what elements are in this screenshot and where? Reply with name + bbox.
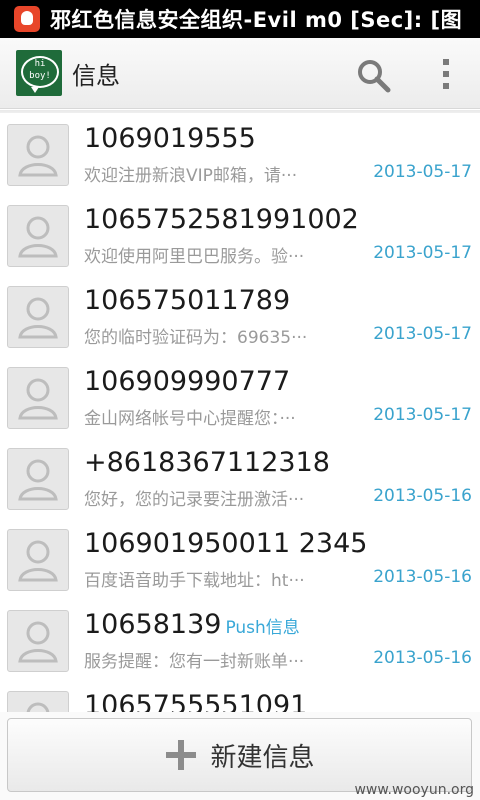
logo-text-line1: hi — [34, 59, 46, 69]
message-row[interactable]: 1069019555 欢迎注册新浪VIP邮箱，请··· 2013-05-17 — [0, 113, 480, 195]
person-placeholder-icon — [18, 297, 58, 339]
contact-avatar[interactable] — [7, 124, 69, 186]
page-title: 信息 — [72, 61, 120, 90]
logo-text-line2: boy! — [29, 71, 51, 81]
new-message-button[interactable]: 新建信息 — [7, 718, 472, 792]
contact-avatar[interactable] — [7, 448, 69, 510]
message-preview: 您的临时验证码为：69635··· — [84, 328, 308, 348]
person-placeholder-icon — [18, 621, 58, 663]
sender-number-text: 106575011789 — [84, 285, 291, 316]
person-placeholder-icon — [18, 459, 58, 501]
sender-number-text: 1065755551091 — [84, 690, 308, 712]
new-message-label: 新建信息 — [210, 742, 315, 773]
plus-icon — [166, 740, 197, 770]
sender-number: 106575011789 — [84, 285, 294, 316]
message-date: 2013-05-16 — [373, 567, 472, 587]
speech-bubble-icon: hi boy! — [21, 56, 59, 93]
search-button[interactable] — [356, 58, 392, 94]
message-preview: 欢迎注册新浪VIP邮箱，请··· — [84, 166, 298, 186]
person-placeholder-icon — [18, 135, 58, 177]
sender-number: 1065752581991002 — [84, 204, 363, 235]
message-row[interactable]: 106575011789 您的临时验证码为：69635··· 2013-05-17 — [0, 275, 480, 357]
sender-number: +8618367112318 — [84, 447, 334, 478]
search-icon — [358, 60, 391, 93]
sender-number-text: 106909990777 — [84, 366, 291, 397]
message-row[interactable]: +8618367112318 您好，您的记录要注册激活··· 2013-05-16 — [0, 437, 480, 519]
message-date: 2013-05-17 — [373, 324, 472, 344]
message-row[interactable]: 1065755551091 — [0, 680, 480, 712]
message-date: 2013-05-17 — [373, 405, 472, 425]
message-preview: 您好，您的记录要注册激活··· — [84, 490, 305, 510]
message-date: 2013-05-16 — [373, 648, 472, 668]
contact-avatar[interactable] — [7, 367, 69, 429]
message-row[interactable]: 106901950011 2345 百度语音助手下载地址：ht··· 2013-05… — [0, 518, 480, 600]
message-date: 2013-05-17 — [373, 162, 472, 182]
message-preview: 欢迎使用阿里巴巴服务。验··· — [84, 247, 305, 267]
person-placeholder-icon — [18, 540, 58, 582]
contact-avatar[interactable] — [7, 691, 69, 712]
contact-avatar[interactable] — [7, 286, 69, 348]
overflow-menu-button[interactable] — [432, 54, 460, 94]
message-row[interactable]: 106909990777 金山网络帐号中心提醒您：··· 2013-05-17 — [0, 356, 480, 438]
watermark: www.wooyun.org — [354, 782, 474, 798]
push-badge: Push信息 — [225, 618, 300, 638]
sender-number: 1065755551091 — [84, 690, 311, 712]
status-notification-text: 邪红色信息安全组织-Evil m0 [Sec]: [图 — [50, 8, 463, 32]
message-preview: 服务提醒：您有一封新账单··· — [84, 652, 305, 672]
sender-number-text: 10658139 — [84, 609, 222, 640]
message-date: 2013-05-16 — [373, 486, 472, 506]
person-placeholder-icon — [18, 216, 58, 258]
sender-number-text: 1065752581991002 — [84, 204, 359, 235]
message-preview: 金山网络帐号中心提醒您：··· — [84, 409, 296, 429]
sender-number: 10658139 Push信息 — [84, 609, 300, 640]
contact-avatar[interactable] — [7, 529, 69, 591]
contact-avatar[interactable] — [7, 610, 69, 672]
message-preview: 百度语音助手下载地址：ht··· — [84, 571, 305, 591]
status-bar: 邪红色信息安全组织-Evil m0 [Sec]: [图 — [0, 0, 480, 38]
message-row[interactable]: 1065752581991002 欢迎使用阿里巴巴服务。验··· 2013-05-1… — [0, 194, 480, 276]
person-placeholder-icon — [18, 378, 58, 420]
app-logo-icon[interactable]: hi boy! — [16, 50, 62, 96]
contact-avatar[interactable] — [7, 205, 69, 267]
sender-number-text: 1069019555 — [84, 123, 256, 154]
sender-number-text: +8618367112318 — [84, 447, 330, 478]
bottom-bar: 新建信息 www.wooyun.org — [0, 712, 480, 800]
sender-number: 106901950011 2345 — [84, 528, 371, 559]
overflow-menu-icon — [443, 59, 449, 89]
message-list[interactable]: 1069019555 欢迎注册新浪VIP邮箱，请··· 2013-05-17 1065… — [0, 110, 480, 712]
message-date: 2013-05-17 — [373, 243, 472, 263]
sender-number: 106909990777 — [84, 366, 294, 397]
person-placeholder-icon — [26, 702, 50, 712]
message-row[interactable]: 10658139 Push信息服务提醒：您有一封新账单··· 2013-05-16 — [0, 599, 480, 681]
sender-number: 1069019555 — [84, 123, 260, 154]
qq-notification-icon — [14, 6, 40, 32]
action-bar: hi boy! 信息 — [0, 38, 480, 109]
sender-number-text: 106901950011 2345 — [84, 528, 368, 559]
